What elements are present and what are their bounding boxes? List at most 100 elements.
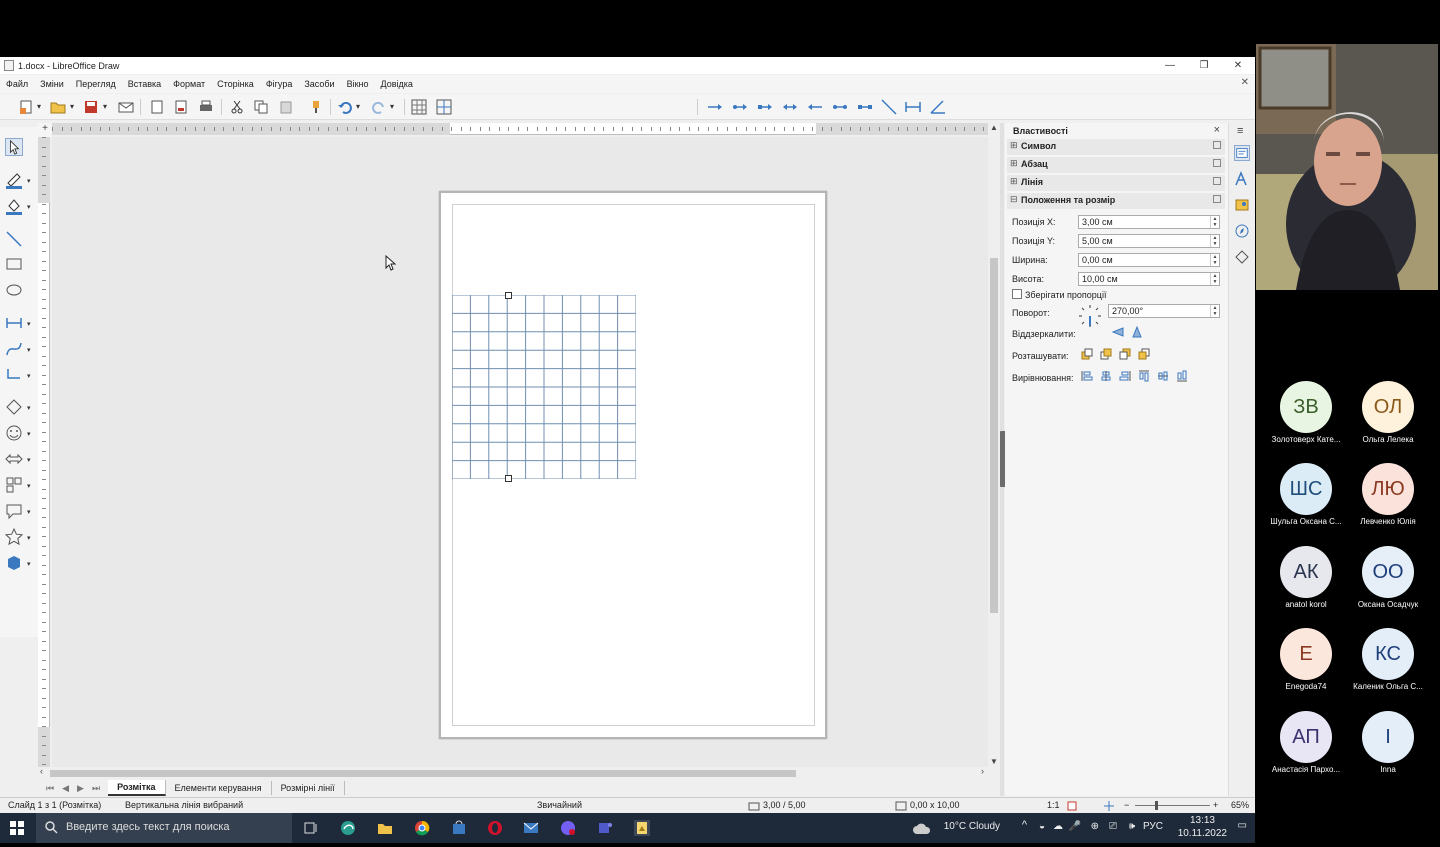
connection-icon[interactable]: ⊕	[1091, 821, 1099, 832]
menu-help[interactable]: Довідка	[381, 79, 413, 89]
styles-icon[interactable]	[1234, 171, 1250, 187]
participant-tile[interactable]: І Inna	[1346, 711, 1430, 781]
bring-forward-icon[interactable]	[1100, 348, 1112, 360]
more-options-icon[interactable]	[1213, 195, 1221, 203]
chevron-down-icon[interactable]: ▾	[27, 456, 33, 464]
height-field[interactable]: 10,00 см ▲ ▼	[1078, 272, 1220, 286]
new-document-icon[interactable]	[18, 99, 34, 115]
monitor-icon[interactable]: ⎚	[1109, 821, 1117, 832]
spin-buttons[interactable]: ▲ ▼	[1210, 235, 1219, 247]
bring-to-front-icon[interactable]	[1081, 348, 1093, 360]
close-button[interactable]: ✕	[1221, 57, 1255, 74]
menu-insert[interactable]: Вставка	[128, 79, 161, 89]
first-tab-button[interactable]: ⏮	[46, 783, 54, 794]
rectangle-tool-icon[interactable]	[5, 255, 23, 273]
spin-buttons[interactable]: ▲ ▼	[1210, 254, 1219, 266]
fit-page-icon[interactable]	[1103, 800, 1115, 812]
opera-icon[interactable]	[487, 820, 503, 836]
connector-tool-icon[interactable]	[5, 366, 23, 384]
ellipse-tool-icon[interactable]	[5, 281, 23, 299]
align-top-icon[interactable]	[1138, 370, 1150, 382]
section-paragraph[interactable]: ⊞ Абзац	[1007, 157, 1225, 173]
microphone-icon[interactable]: 🎤	[1069, 821, 1081, 832]
expand-icon[interactable]: ⊞	[1010, 176, 1018, 187]
double-arrow-icon[interactable]	[782, 99, 798, 115]
line-arrow-start-icon[interactable]	[807, 99, 823, 115]
participant-tile[interactable]: АК anatol korol	[1264, 546, 1348, 616]
scroll-right-icon[interactable]: ›	[981, 766, 984, 776]
properties-icon[interactable]	[1234, 145, 1250, 161]
paste-icon[interactable]	[278, 99, 294, 115]
line-color-icon[interactable]	[5, 171, 23, 189]
position-y-field[interactable]: 5,00 см ▲ ▼	[1078, 234, 1220, 248]
chevron-down-icon[interactable]: ▾	[27, 560, 33, 568]
copy-icon[interactable]	[253, 99, 269, 115]
participant-tile[interactable]: ШС Шульга Оксана С...	[1264, 463, 1348, 533]
close-document-button[interactable]: ✕	[1241, 77, 1249, 88]
clock-time[interactable]: 13:13	[1190, 815, 1215, 826]
chevron-down-icon[interactable]: ▾	[103, 102, 107, 111]
grid-table[interactable]	[452, 295, 636, 479]
width-field[interactable]: 0,00 см ▲ ▼	[1078, 253, 1220, 267]
spin-buttons[interactable]: ▲ ▼	[1210, 273, 1219, 285]
menu-file[interactable]: Файл	[6, 79, 28, 89]
chevron-down-icon[interactable]: ▾	[27, 534, 33, 542]
participant-tile[interactable]: ЗВ Золотоверх Кате...	[1264, 381, 1348, 451]
line-tool-icon[interactable]	[5, 230, 23, 248]
block-arrows-icon[interactable]	[5, 450, 23, 468]
tab-layout[interactable]: Розмітка	[108, 780, 166, 796]
store-icon[interactable]	[451, 820, 467, 836]
send-to-back-icon[interactable]	[1138, 348, 1150, 360]
clock-date[interactable]: 10.11.2022	[1178, 828, 1227, 839]
clone-formatting-icon[interactable]	[308, 99, 324, 115]
keep-ratio-checkbox[interactable]	[1012, 289, 1022, 299]
edge-browser-icon[interactable]	[340, 820, 356, 836]
scroll-down-icon[interactable]: ▼	[988, 757, 1000, 766]
drawing-canvas[interactable]	[52, 137, 988, 767]
display-grid-icon[interactable]	[411, 99, 427, 115]
selection-handle-top[interactable]	[505, 292, 512, 299]
chevron-down-icon[interactable]: ▾	[356, 102, 360, 111]
viber-icon[interactable]	[560, 820, 576, 836]
save-icon[interactable]	[83, 99, 99, 115]
dimension-tool-icon[interactable]	[5, 314, 23, 332]
section-character[interactable]: ⊞ Символ	[1007, 139, 1225, 155]
callouts-icon[interactable]	[5, 502, 23, 520]
chevron-down-icon[interactable]: ▾	[390, 102, 394, 111]
vertical-scroll-thumb[interactable]	[990, 258, 998, 613]
fill-color-icon[interactable]	[5, 197, 23, 215]
chrome-icon[interactable]	[414, 820, 430, 836]
teams-icon[interactable]	[597, 820, 613, 836]
participant-tile[interactable]: АП Анастасія Пархо...	[1264, 711, 1348, 781]
prev-tab-button[interactable]: ◀	[62, 783, 69, 794]
align-bottom-icon[interactable]	[1176, 370, 1188, 382]
drawing-page[interactable]	[439, 191, 827, 739]
scroll-left-icon[interactable]: ‹	[40, 766, 43, 776]
line-circle-arrow-icon[interactable]	[732, 99, 748, 115]
line-square-arrow-icon[interactable]	[757, 99, 773, 115]
libreoffice-draw-taskbar-icon[interactable]	[634, 820, 650, 836]
email-icon[interactable]	[118, 99, 134, 115]
onedrive-icon[interactable]: ☁	[1053, 821, 1063, 832]
menu-tools[interactable]: Засоби	[304, 79, 334, 89]
page-style[interactable]: Звичайний	[537, 800, 582, 810]
selection-handle-bottom[interactable]	[505, 475, 512, 482]
task-view-icon[interactable]	[303, 820, 319, 836]
print-icon[interactable]	[198, 99, 214, 115]
notifications-icon[interactable]: ▭	[1238, 820, 1247, 831]
export-pdf-icon[interactable]	[173, 99, 189, 115]
zoom-slider[interactable]	[1135, 805, 1210, 806]
open-folder-icon[interactable]	[50, 99, 66, 115]
minimize-button[interactable]: —	[1153, 57, 1187, 74]
cut-icon[interactable]	[229, 99, 245, 115]
spin-buttons[interactable]: ▲ ▼	[1210, 216, 1219, 228]
close-icon[interactable]: ×	[1214, 124, 1220, 136]
gallery-icon[interactable]	[1234, 197, 1250, 213]
chevron-down-icon[interactable]: ▾	[27, 346, 33, 354]
send-backward-icon[interactable]	[1119, 348, 1131, 360]
angled-line-icon[interactable]	[930, 99, 946, 115]
ruler-origin[interactable]: +	[38, 123, 52, 137]
taskbar-search-box[interactable]: Введите здесь текст для поиска	[36, 813, 292, 843]
flip-horizontal-icon[interactable]	[1131, 326, 1143, 338]
chevron-down-icon[interactable]: ▾	[27, 404, 33, 412]
